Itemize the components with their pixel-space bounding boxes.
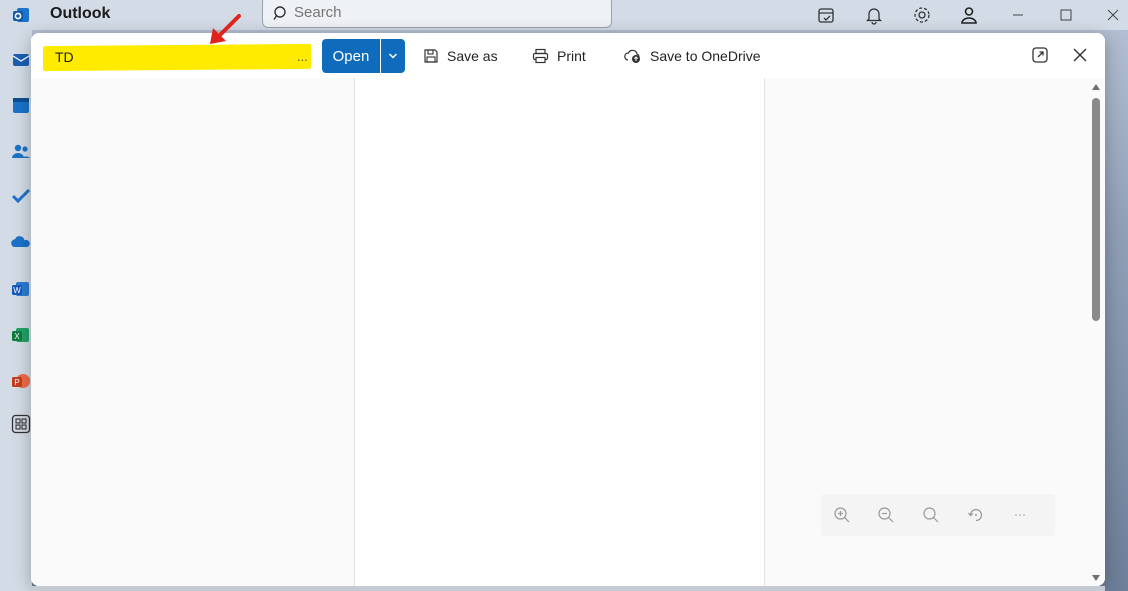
open-button[interactable]: Open xyxy=(322,39,380,73)
word-icon[interactable]: W xyxy=(11,279,31,299)
people-icon[interactable] xyxy=(11,141,31,161)
more-apps-icon[interactable] xyxy=(11,414,31,434)
printer-icon xyxy=(532,48,549,64)
open-dropdown-button[interactable] xyxy=(381,39,405,73)
my-day-icon[interactable] xyxy=(816,5,836,25)
outlook-logo-icon xyxy=(13,8,29,22)
fit-icon[interactable] xyxy=(922,506,940,524)
file-name-ellipsis: ... xyxy=(297,49,308,64)
scroll-up-icon[interactable] xyxy=(1091,83,1101,91)
preview-left-pane xyxy=(31,78,355,586)
scrollbar-thumb[interactable] xyxy=(1092,98,1100,321)
title-bar: Outlook xyxy=(0,0,1128,30)
close-dialog-icon[interactable] xyxy=(1071,46,1089,64)
open-in-new-window-icon[interactable] xyxy=(1031,46,1049,64)
preview-toolbar: TD ... Open Save as Print Save to OneDri… xyxy=(31,33,1105,78)
print-label: Print xyxy=(557,48,586,64)
chevron-down-icon xyxy=(388,53,398,59)
rotate-icon[interactable] xyxy=(967,506,985,524)
save-as-button[interactable]: Save as xyxy=(423,45,498,67)
powerpoint-icon[interactable]: P xyxy=(11,371,31,391)
minimize-icon[interactable] xyxy=(1007,4,1029,26)
attachment-preview-dialog: TD ... Open Save as Print Save to OneDri… xyxy=(31,33,1105,586)
svg-text:W: W xyxy=(13,286,21,295)
save-icon xyxy=(424,49,438,63)
more-icon[interactable] xyxy=(1011,506,1029,524)
attachment-file-name: TD xyxy=(55,49,74,65)
app-rail: W X P xyxy=(0,30,32,591)
save-as-label: Save as xyxy=(447,48,498,64)
red-arrow-annotation xyxy=(210,14,241,44)
preview-scrollbar[interactable] xyxy=(1087,78,1105,586)
save-to-onedrive-label: Save to OneDrive xyxy=(650,48,761,64)
cloud-upload-icon xyxy=(624,49,640,63)
document-preview-page xyxy=(355,78,765,586)
search-input[interactable] xyxy=(294,2,594,22)
zoom-controls xyxy=(821,494,1055,536)
svg-text:X: X xyxy=(14,332,20,341)
scroll-down-icon[interactable] xyxy=(1091,574,1101,582)
todo-icon[interactable] xyxy=(11,186,31,206)
save-to-onedrive-button[interactable]: Save to OneDrive xyxy=(624,45,761,67)
svg-text:P: P xyxy=(14,378,19,387)
calendar-icon[interactable] xyxy=(11,95,31,115)
close-icon[interactable] xyxy=(1102,4,1124,26)
excel-icon[interactable]: X xyxy=(11,325,31,345)
onedrive-icon[interactable] xyxy=(11,232,31,252)
background-list-strip xyxy=(31,586,1105,591)
search-icon xyxy=(273,6,286,20)
mail-icon[interactable] xyxy=(11,50,31,70)
zoom-in-icon[interactable] xyxy=(833,506,851,524)
print-button[interactable]: Print xyxy=(532,45,586,67)
zoom-out-icon[interactable] xyxy=(877,506,895,524)
filename-highlight xyxy=(43,43,311,72)
preview-right-pane xyxy=(765,78,1087,586)
gear-icon[interactable] xyxy=(912,5,932,25)
account-icon[interactable] xyxy=(959,5,979,25)
app-title: Outlook xyxy=(50,5,111,22)
search-box[interactable] xyxy=(262,0,612,28)
maximize-icon[interactable] xyxy=(1055,4,1077,26)
bell-icon[interactable] xyxy=(864,5,884,25)
